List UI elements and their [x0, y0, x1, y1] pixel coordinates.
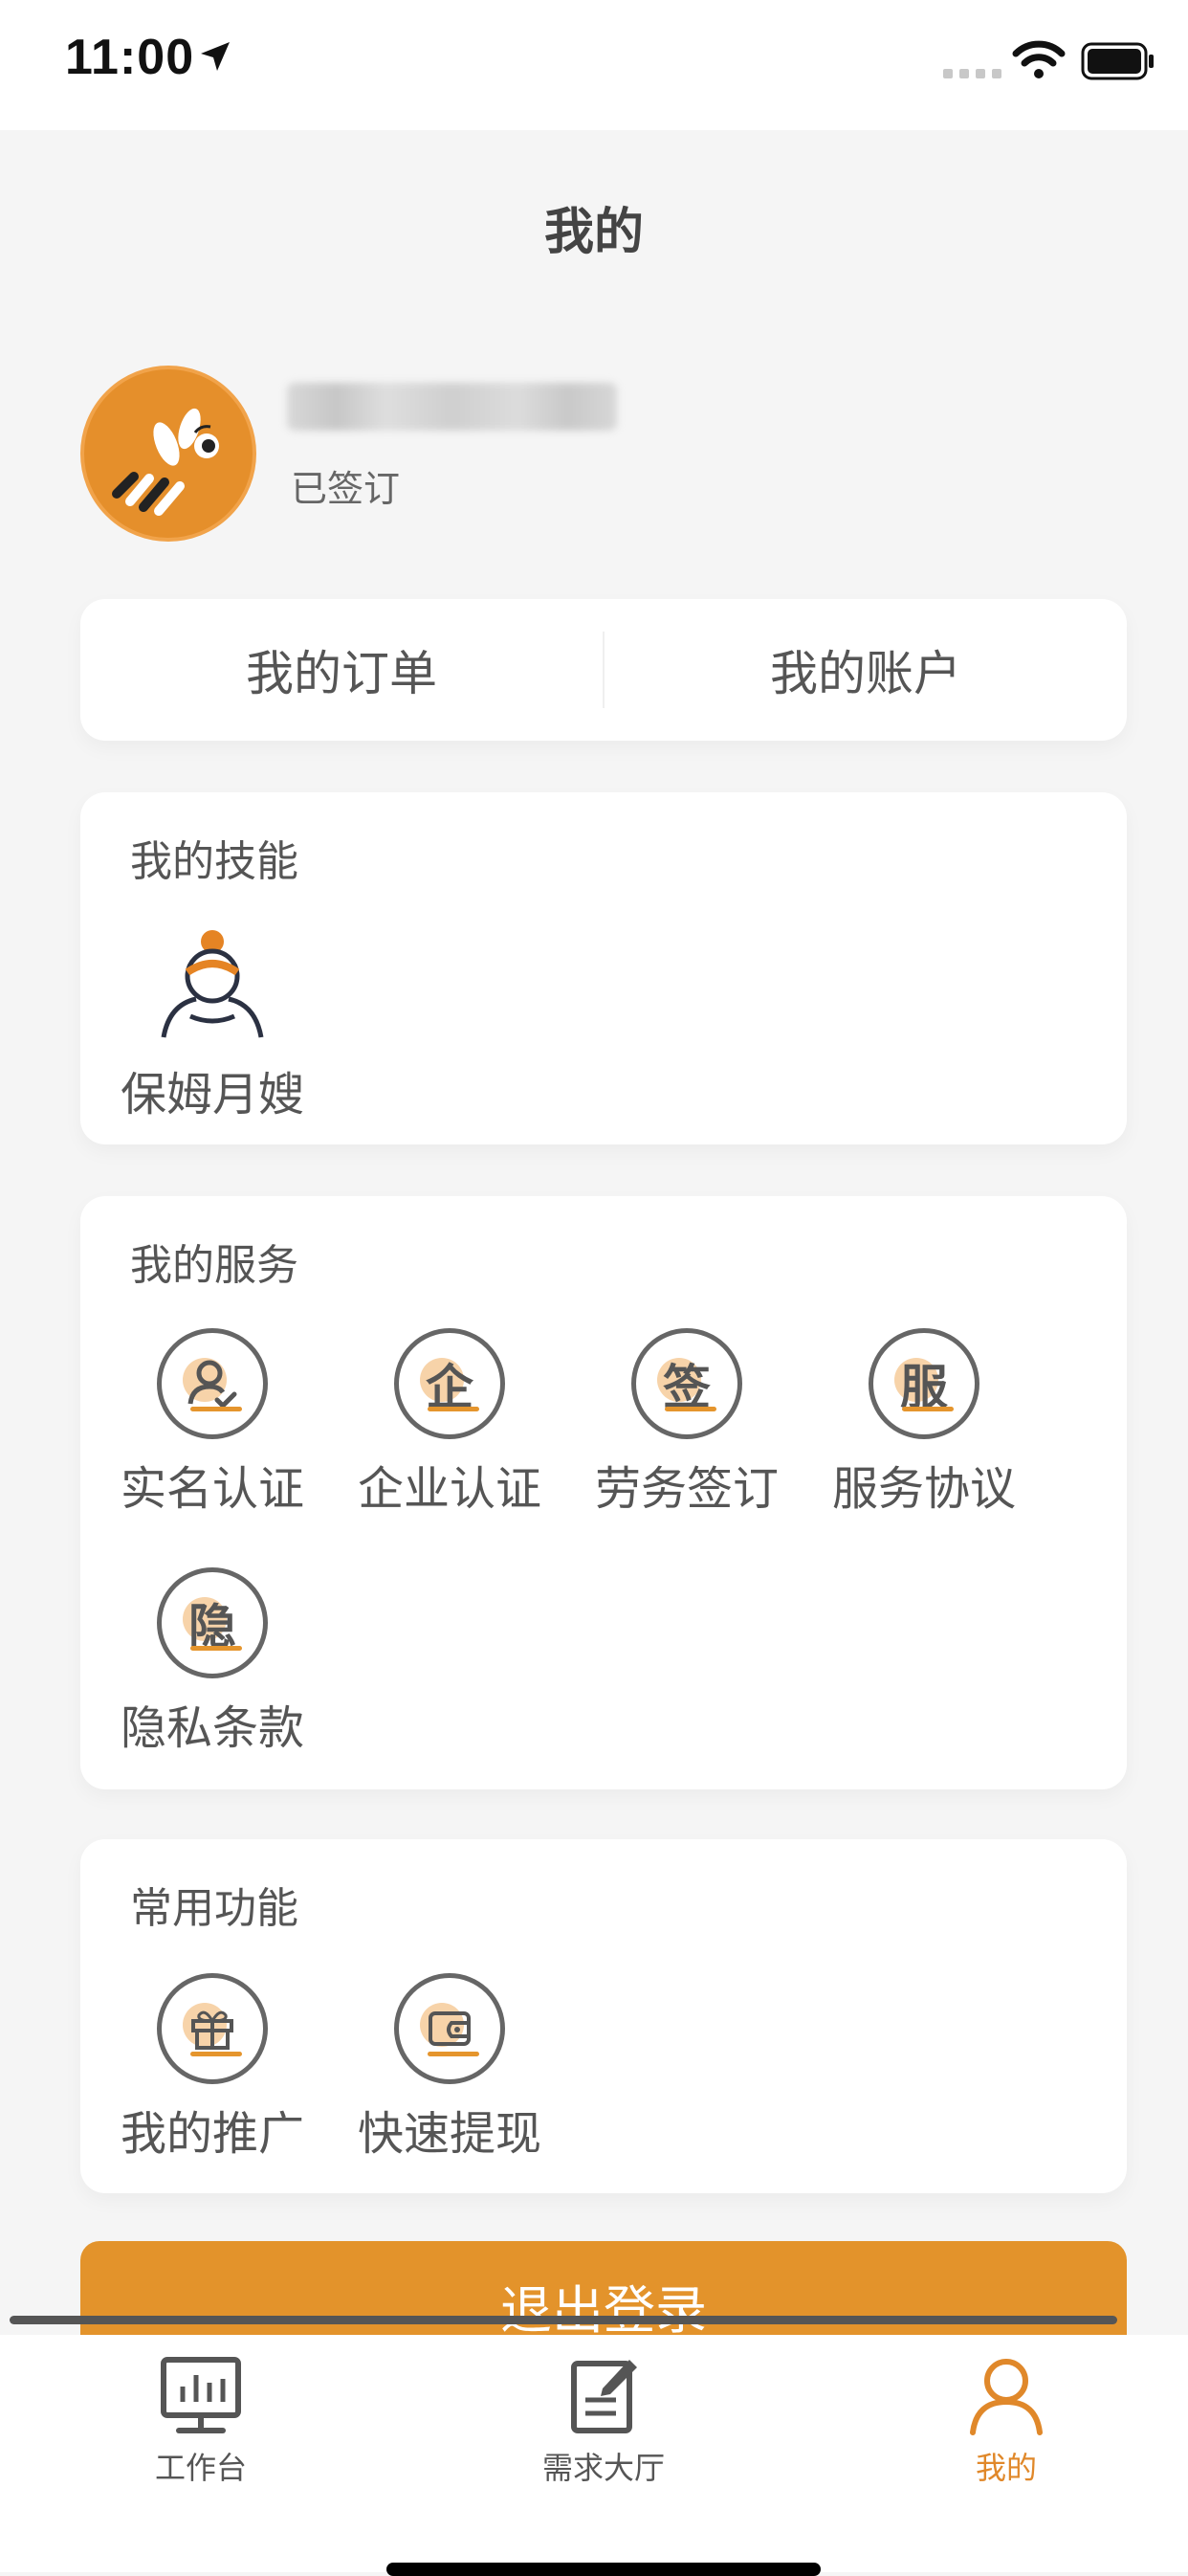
tab-workbench[interactable]: 工作台: [96, 2354, 306, 2488]
nanny-icon: [161, 930, 264, 1038]
services-card: 我的服务 实名认证 企 企业认证 签 劳务签订 服 服务协议 隐 隐私条款: [80, 1196, 1127, 1789]
wifi-icon: [1012, 40, 1066, 78]
tab-label: 工作台: [154, 2450, 247, 2486]
tab-bar: 工作台 需求大厅 我的: [0, 2335, 1188, 2572]
skills-card: 我的技能 保姆月嫂: [80, 792, 1127, 1144]
user-icon: [970, 2359, 1043, 2435]
quick-links-card: 我的订单 我的账户: [80, 599, 1127, 741]
common-item-promotion[interactable]: 我的推广: [98, 1973, 327, 2163]
service-icon: 服: [869, 1328, 979, 1439]
services-title: 我的服务: [130, 1241, 298, 1290]
signal-icon: [943, 69, 1001, 78]
page-title: 我的: [543, 204, 644, 261]
common-functions-card: 常用功能 我的推广 快速提现: [80, 1839, 1127, 2193]
gift-icon: [157, 1973, 268, 2084]
service-item-privacy[interactable]: 隐 隐私条款: [98, 1567, 327, 1757]
service-item-real-name[interactable]: 实名认证: [98, 1328, 327, 1518]
sign-icon: 签: [631, 1328, 742, 1439]
status-time: 11:00: [65, 30, 195, 85]
common-label: 我的推广: [120, 2107, 304, 2161]
service-label: 劳务签订: [594, 1462, 779, 1516]
service-item-labor-sign[interactable]: 签 劳务签订: [572, 1328, 802, 1518]
scroll-indicator: [10, 2316, 1117, 2324]
enterprise-icon: 企: [394, 1328, 505, 1439]
skills-title: 我的技能: [130, 837, 298, 886]
common-title: 常用功能: [130, 1884, 298, 1933]
battery-icon: [1081, 42, 1154, 80]
location-arrow-icon: [201, 42, 230, 71]
tab-label: 我的: [975, 2450, 1037, 2486]
dashboard-icon: [161, 2357, 241, 2433]
avatar[interactable]: [80, 366, 256, 542]
my-orders-link[interactable]: 我的订单: [80, 635, 603, 704]
service-label: 隐私条款: [120, 1701, 304, 1755]
edit-doc-icon: [571, 2360, 637, 2433]
service-item-enterprise[interactable]: 企 企业认证: [335, 1328, 564, 1518]
service-label: 企业认证: [357, 1462, 541, 1516]
signed-status: 已签订: [291, 468, 401, 510]
common-label: 快速提现: [357, 2107, 541, 2161]
skill-item-nanny[interactable]: 保姆月嫂: [98, 926, 327, 1123]
home-indicator: [386, 2563, 821, 2576]
skill-item-label: 保姆月嫂: [120, 1068, 304, 1121]
tab-mine[interactable]: 我的: [901, 2354, 1111, 2488]
id-verify-icon: [157, 1328, 268, 1439]
common-item-withdraw[interactable]: 快速提现: [335, 1973, 564, 2163]
my-account-link[interactable]: 我的账户: [605, 635, 1127, 704]
status-bar: 11:00: [0, 0, 1188, 130]
tab-label: 需求大厅: [541, 2450, 665, 2486]
service-item-agreement[interactable]: 服 服务协议: [809, 1328, 1039, 1518]
tab-demand-hall[interactable]: 需求大厅: [498, 2354, 709, 2488]
phone-number-blurred: [287, 383, 617, 431]
service-label: 实名认证: [120, 1462, 304, 1516]
service-label: 服务协议: [831, 1462, 1016, 1516]
privacy-icon: 隐: [157, 1567, 268, 1678]
wallet-icon: [394, 1973, 505, 2084]
bee-logo-icon: [112, 408, 219, 516]
